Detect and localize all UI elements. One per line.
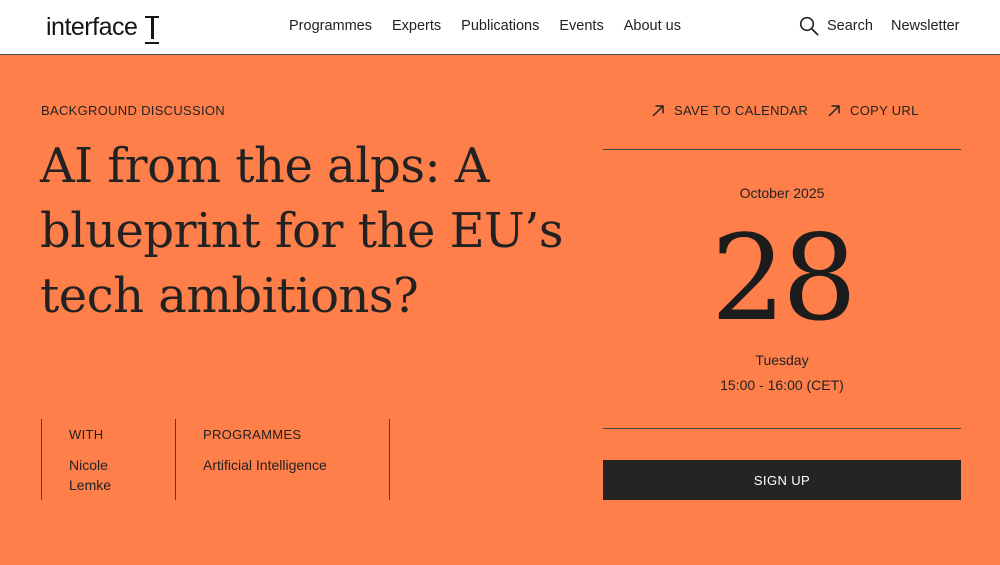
nav-item-experts[interactable]: Experts [392, 18, 441, 34]
site-logo[interactable]: interface [46, 13, 160, 44]
search-button[interactable]: Search [799, 16, 873, 36]
nav-item-about-us[interactable]: About us [624, 18, 681, 34]
copy-url-button[interactable]: COPY URL [827, 103, 919, 118]
nav-item-events[interactable]: Events [559, 18, 603, 34]
magnifier-icon [799, 16, 819, 36]
i-beam-cursor-icon [145, 15, 160, 44]
copy-url-label: COPY URL [850, 103, 919, 118]
event-weekday: Tuesday [755, 352, 809, 368]
arrow-up-right-icon [652, 104, 664, 117]
top-navigation-bar: interface Programmes Experts Publication… [0, 0, 1000, 55]
logo-wordmark: interface [46, 13, 138, 41]
event-time: 15:00 - 16:00 (CET) [720, 377, 844, 393]
divider [603, 149, 961, 151]
main-nav: Programmes Experts Publications Events A… [289, 18, 681, 34]
save-to-calendar-label: SAVE TO CALENDAR [674, 103, 809, 118]
speaker-name[interactable]: Nicole Lemke [69, 455, 129, 495]
event-day: 28 [710, 209, 857, 347]
programmes-block: PROGRAMMES Artificial Intelligence [175, 419, 390, 500]
event-month: October 2025 [739, 185, 825, 201]
divider [603, 428, 961, 430]
programmes-label: PROGRAMMES [203, 427, 302, 442]
event-title: AI from the alps: A blueprint for the EU… [40, 138, 564, 324]
sign-up-button[interactable]: SIGN UP [603, 460, 961, 500]
search-label: Search [827, 18, 873, 34]
event-type-label: BACKGROUND DISCUSSION [41, 103, 225, 118]
arrow-up-right-icon [828, 104, 840, 117]
newsletter-link[interactable]: Newsletter [891, 18, 960, 34]
programme-link[interactable]: Artificial Intelligence [203, 455, 327, 475]
nav-item-publications[interactable]: Publications [461, 18, 539, 34]
nav-item-programmes[interactable]: Programmes [289, 18, 372, 34]
save-to-calendar-button[interactable]: SAVE TO CALENDAR [651, 103, 808, 118]
with-label: WITH [69, 427, 104, 442]
speakers-block: WITH Nicole Lemke [41, 419, 176, 500]
